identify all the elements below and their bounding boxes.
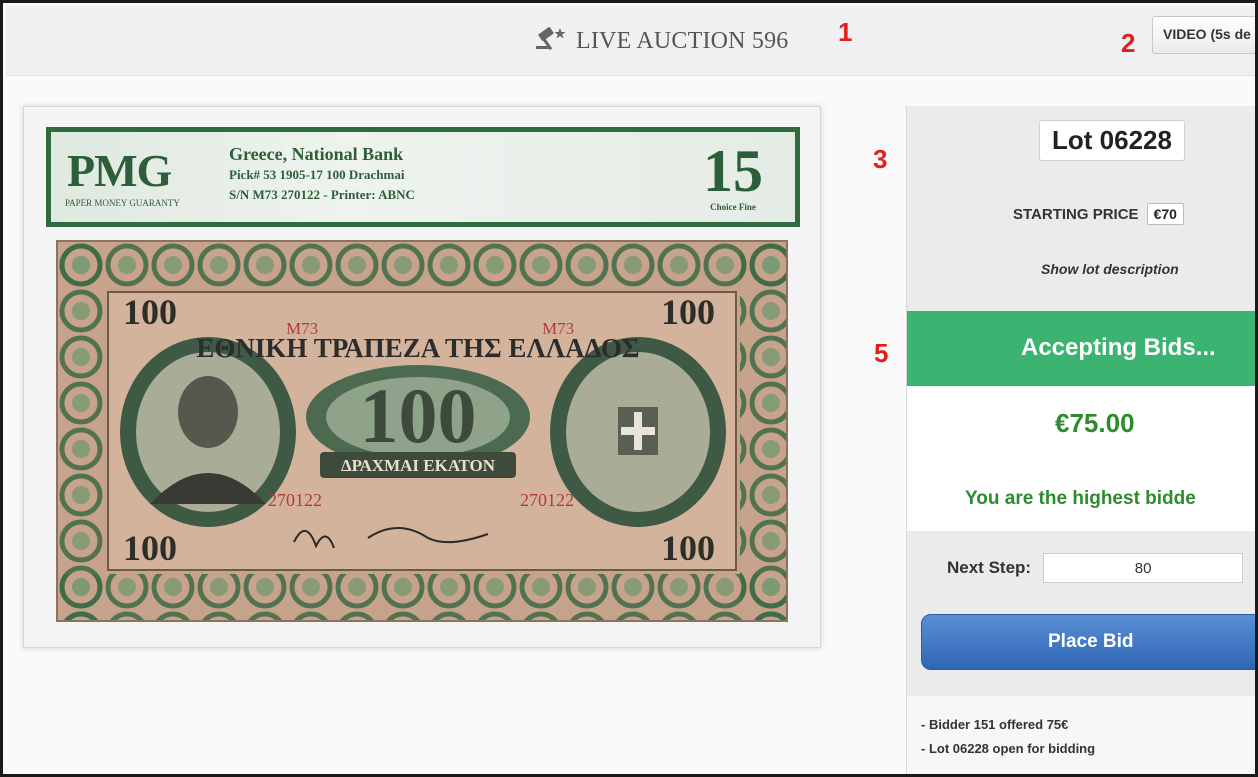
pmg-logo: PMG [67,145,172,196]
note-serial-left: 270122 [268,490,322,510]
note-serial-right: 270122 [520,490,574,510]
note-serial-prefix-right: M73 [542,319,574,338]
marker-1: 1 [838,17,853,47]
lot-image[interactable]: PMG PAPER MONEY GUARANTY Greece, Nationa… [23,106,821,648]
log-entry: - Lot 06228 open for bidding [921,741,1096,756]
marker-3: 3 [873,144,888,174]
place-bid-button[interactable]: Place Bid [921,614,1255,670]
current-bid-area: €75.00 You are the highest bidde [907,386,1255,531]
bid-panel: Lot 06228 STARTING PRICE €70 Show lot de… [906,106,1255,774]
log-entry: - Bidder 151 offered 75€ [921,717,1069,732]
highest-bidder-message: You are the highest bidde [965,488,1196,509]
auction-header: LIVE AUCTION 596 VIDEO (5s de [6,6,1255,76]
bid-log: - Bidder 151 offered 75€ - Lot 06228 ope… [907,696,1255,774]
next-step-label: Next Step: [947,558,1032,577]
banknote: 100 ΕΘΝΙΚΗ ΤΡΑΠΕΖΑ ΤΗΣ ΕΛΛΑΔΟΣ ΔΡΑΧΜΑΙ Ε… [56,240,788,622]
pmg-grade: 15 Choice Fine [693,140,773,212]
note-center-numeral: 100 [360,372,477,459]
show-lot-description-link[interactable]: Show lot description [1041,261,1179,277]
note-corner-bl: 100 [123,528,177,568]
gavel-icon [534,26,568,57]
starting-price-row: STARTING PRICE €70 [1013,203,1184,225]
next-step-input[interactable] [1043,553,1244,583]
next-step-row: Next Step: [947,553,1244,583]
note-serial-prefix-left: M73 [286,319,318,338]
video-button[interactable]: VIDEO (5s de [1152,16,1255,54]
pmg-issuer: Greece, National Bank [229,144,404,164]
pmg-serial: S/N M73 270122 - Printer: ABNC [229,187,415,202]
pmg-grade-number: 15 [703,138,763,204]
pmg-description: Greece, National Bank Pick# 53 1905-17 1… [229,144,415,203]
marker-2: 2 [1121,28,1136,58]
auction-title: LIVE AUCTION 596 [576,28,789,54]
lot-title: Lot 06228 [1039,120,1185,161]
pmg-pick: Pick# 53 1905-17 100 Drachmai [229,167,405,182]
pmg-subtitle: PAPER MONEY GUARANTY [65,198,180,208]
note-value-text: ΔΡΑΧΜΑΙ ΕΚΑΤΟΝ [341,456,496,475]
current-price: €75.00 [1055,408,1135,438]
starting-price-value: €70 [1146,203,1184,225]
bid-status-banner: Accepting Bids... [907,311,1255,386]
marker-5: 5 [874,338,889,368]
note-corner-tl: 100 [123,292,177,332]
auction-title-group: LIVE AUCTION 596 [534,26,789,57]
pmg-grading-label: PMG PAPER MONEY GUARANTY Greece, Nationa… [46,127,800,227]
browser-frame: LIVE AUCTION 596 VIDEO (5s de 1 2 3 4 5 … [0,0,1258,777]
note-corner-br: 100 [661,528,715,568]
note-corner-tr: 100 [661,292,715,332]
starting-price-label: STARTING PRICE [1013,205,1139,223]
